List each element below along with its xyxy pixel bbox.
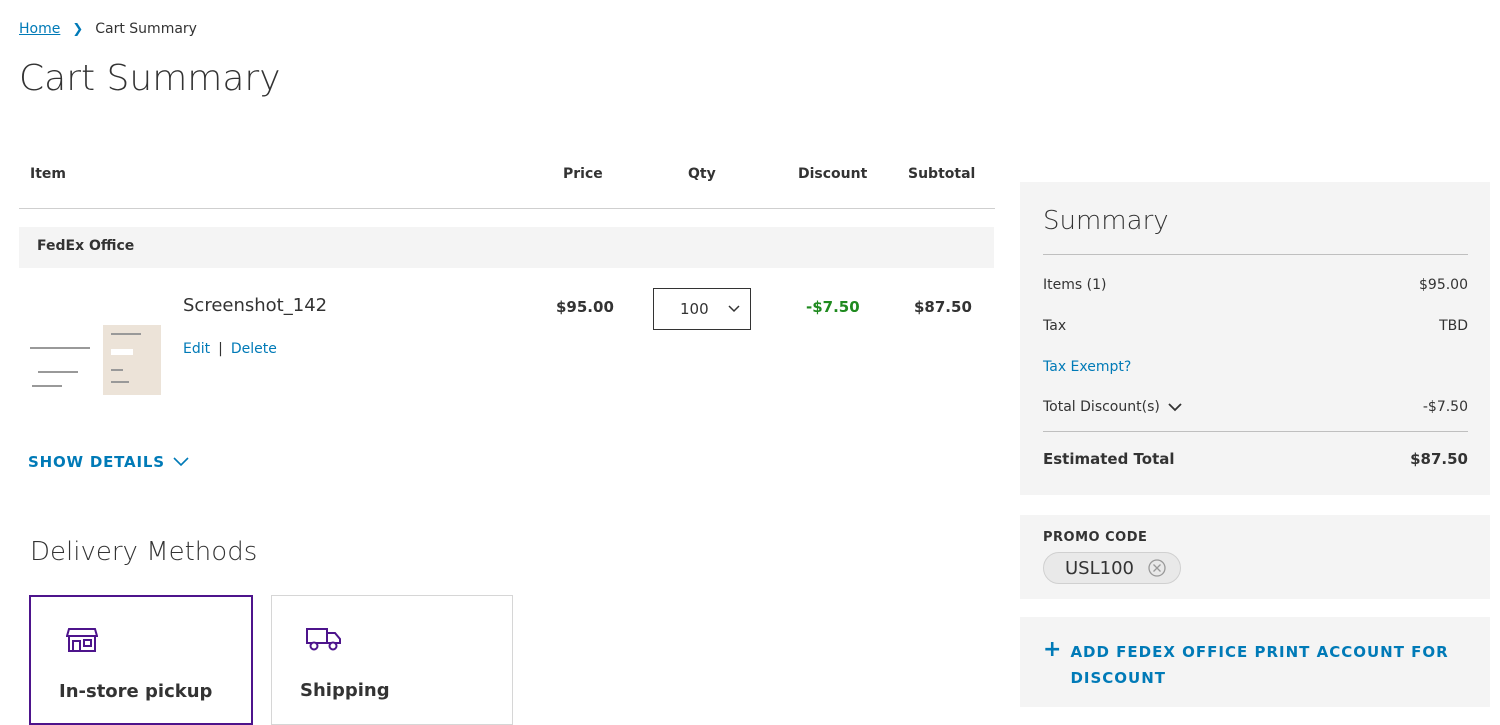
column-header-qty: Qty	[688, 166, 716, 182]
item-actions: Edit | Delete	[183, 341, 277, 357]
tax-exempt-row: Tax Exempt?	[1043, 359, 1468, 375]
chevron-down-icon	[173, 457, 189, 467]
action-separator: |	[218, 341, 223, 357]
store-icon	[66, 628, 98, 652]
item-subtotal: $87.50	[914, 298, 972, 316]
close-icon[interactable]	[1148, 559, 1166, 577]
quantity-value: 100	[680, 300, 709, 318]
edit-link[interactable]: Edit	[183, 341, 210, 357]
vendor-name: FedEx Office	[37, 238, 135, 254]
total-discounts-toggle[interactable]: Total Discount(s)	[1043, 399, 1182, 415]
quantity-select[interactable]: 100	[653, 288, 751, 330]
summary-divider	[1043, 431, 1468, 432]
summary-discount-value: -$7.50	[1422, 399, 1468, 415]
summary-title: Summary	[1043, 206, 1169, 236]
delete-link[interactable]: Delete	[231, 341, 277, 357]
chevron-right-icon: ❯	[72, 21, 84, 37]
summary-divider	[1043, 254, 1468, 255]
column-header-subtotal: Subtotal	[908, 166, 976, 182]
vendor-row: FedEx Office	[19, 227, 994, 268]
tax-exempt-link[interactable]: Tax Exempt?	[1043, 359, 1131, 375]
promo-code-chip: USL100	[1043, 552, 1181, 584]
add-account-line-1: ADD FEDEX OFFICE PRINT ACCOUNT FOR	[1070, 643, 1449, 661]
summary-tax-label: Tax	[1043, 318, 1067, 334]
breadcrumb: Home ❯ Cart Summary	[19, 21, 197, 37]
item-price: $95.00	[556, 298, 614, 316]
summary-total-row: Estimated Total $87.50	[1043, 450, 1468, 468]
add-print-account-button[interactable]: + ADD FEDEX OFFICE PRINT ACCOUNT FOR DIS…	[1043, 639, 1449, 691]
plus-icon: +	[1043, 637, 1063, 662]
delivery-option-in-store-pickup[interactable]: In-store pickup	[29, 595, 253, 725]
item-thumbnail	[28, 325, 161, 395]
summary-discount-label: Total Discount(s)	[1043, 399, 1160, 415]
item-discount: -$7.50	[806, 298, 860, 316]
chevron-down-icon	[1168, 402, 1182, 411]
summary-items-value: $95.00	[1419, 277, 1468, 293]
estimated-total-label: Estimated Total	[1043, 450, 1175, 468]
breadcrumb-home-link[interactable]: Home	[19, 21, 60, 37]
delivery-option-shipping[interactable]: Shipping	[271, 595, 513, 725]
chevron-down-icon	[728, 305, 740, 313]
summary-discount-row: Total Discount(s) -$7.50	[1043, 399, 1468, 415]
show-details-toggle[interactable]: SHOW DETAILS	[28, 453, 189, 471]
promo-code-value: USL100	[1065, 557, 1134, 579]
delivery-option-label: Shipping	[300, 680, 390, 701]
estimated-total-value: $87.50	[1410, 450, 1468, 468]
add-account-line-2: DISCOUNT	[1070, 669, 1166, 687]
breadcrumb-current: Cart Summary	[95, 21, 197, 37]
show-details-label: SHOW DETAILS	[28, 453, 165, 471]
promo-code-label: PROMO CODE	[1043, 530, 1148, 545]
summary-items-row: Items (1) $95.00	[1043, 277, 1468, 293]
truck-icon	[306, 628, 341, 651]
delivery-option-label: In-store pickup	[59, 681, 213, 702]
add-account-text: ADD FEDEX OFFICE PRINT ACCOUNT FOR DISCO…	[1070, 639, 1448, 691]
summary-items-label: Items (1)	[1043, 277, 1107, 293]
summary-tax-row: Tax TBD	[1043, 318, 1468, 334]
page-title: Cart Summary	[19, 58, 281, 99]
delivery-methods-title: Delivery Methods	[30, 537, 258, 567]
column-header-discount: Discount	[798, 166, 868, 182]
summary-tax-value: TBD	[1439, 318, 1468, 334]
column-header-item: Item	[30, 166, 66, 182]
column-header-price: Price	[563, 166, 603, 182]
item-name: Screenshot_142	[183, 295, 328, 316]
table-divider	[19, 208, 995, 209]
